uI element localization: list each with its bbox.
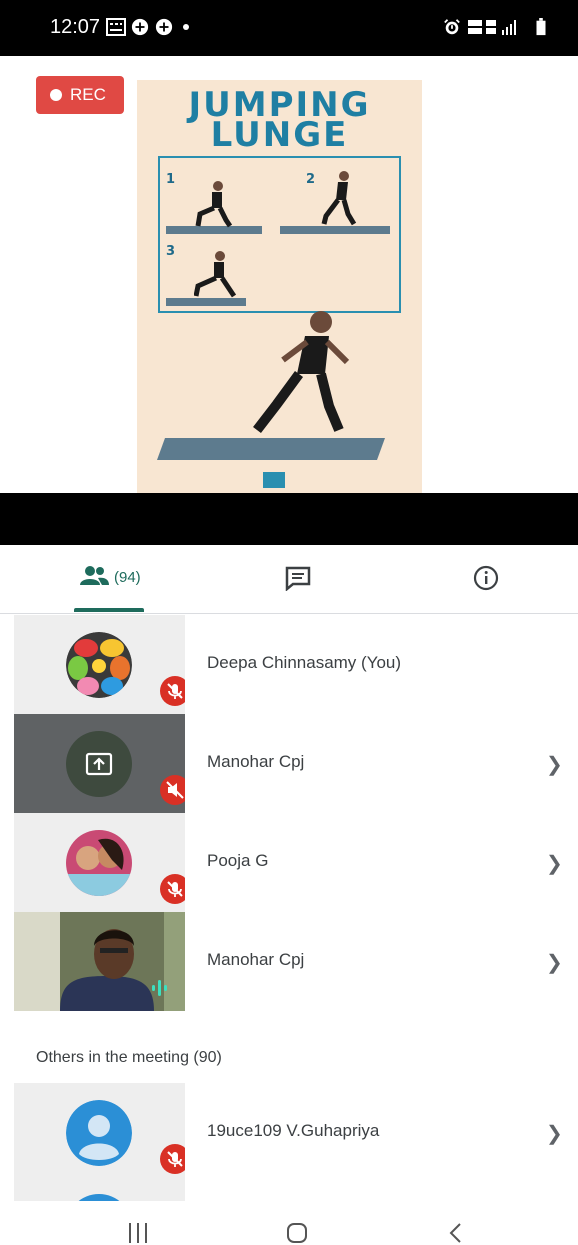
poster-logo-icon bbox=[263, 472, 285, 488]
people-count: (94) bbox=[114, 569, 141, 586]
tab-people[interactable]: (94) bbox=[70, 545, 145, 613]
meet-app-icon-2 bbox=[155, 18, 173, 36]
people-icon bbox=[80, 566, 109, 585]
default-avatar-icon bbox=[66, 1100, 132, 1166]
participant-video-tile bbox=[14, 912, 185, 1011]
status-time: 12:07 bbox=[50, 16, 101, 38]
participant-tile bbox=[14, 714, 185, 813]
system-nav-bar bbox=[0, 1201, 578, 1245]
info-icon bbox=[473, 565, 499, 591]
others-section-label: Others in the meeting (90) bbox=[36, 1049, 222, 1066]
alarm-icon bbox=[444, 19, 460, 35]
video-bottom-bar bbox=[0, 493, 578, 545]
volume-off-icon bbox=[160, 775, 185, 805]
recent-apps-icon[interactable] bbox=[127, 1221, 149, 1245]
chevron-right-icon[interactable]: ❯ bbox=[546, 752, 563, 777]
presentation-area[interactable]: JUMPING LUNGE 1 2 3 REC bbox=[0, 56, 578, 545]
jumping-lunge-poster: JUMPING LUNGE 1 2 3 bbox=[137, 80, 422, 493]
participant-name: Pooja G bbox=[207, 851, 269, 870]
participant-name: Manohar Cpj bbox=[207, 752, 305, 771]
notification-dot-icon bbox=[183, 24, 189, 30]
step-3-number: 3 bbox=[166, 244, 176, 259]
poster-steps-frame: 1 2 3 bbox=[158, 156, 401, 313]
participant-row[interactable]: Manohar Cpj ❯ bbox=[0, 912, 578, 1011]
participant-row[interactable]: Deepa Chinnasamy (You) bbox=[0, 615, 578, 714]
network-lte-icon bbox=[468, 20, 516, 35]
rec-badge: REC bbox=[36, 76, 124, 114]
chat-icon bbox=[285, 566, 311, 591]
participant-tile bbox=[14, 1083, 185, 1182]
chevron-right-icon[interactable]: ❯ bbox=[546, 851, 563, 876]
tab-chat[interactable] bbox=[280, 545, 320, 613]
panel-tabs: (94) bbox=[0, 545, 578, 614]
step-1-figure-icon bbox=[195, 181, 233, 228]
rec-label: REC bbox=[70, 85, 106, 104]
participant-name: Manohar Cpj bbox=[207, 950, 305, 969]
participant-row[interactable]: Manohar Cpj ❯ bbox=[0, 714, 578, 813]
keyboard-icon bbox=[106, 18, 126, 36]
mic-off-icon bbox=[160, 1144, 185, 1174]
home-icon[interactable] bbox=[285, 1221, 309, 1245]
speaking-indicator-icon bbox=[145, 973, 175, 1003]
chevron-right-icon[interactable]: ❯ bbox=[546, 1121, 563, 1146]
poster-title-line2: LUNGE bbox=[210, 115, 349, 155]
tab-info[interactable] bbox=[468, 545, 508, 613]
participant-name: Deepa Chinnasamy (You) bbox=[207, 653, 402, 672]
avatar bbox=[66, 830, 132, 896]
meet-app-icon bbox=[131, 18, 149, 36]
participant-row[interactable]: 19uce109 V.Guhapriya ❯ bbox=[0, 1083, 578, 1182]
step-2-number: 2 bbox=[306, 172, 316, 187]
chevron-right-icon[interactable]: ❯ bbox=[546, 950, 563, 975]
present-screen-icon bbox=[85, 752, 113, 776]
rec-dot-icon bbox=[50, 89, 62, 101]
participant-tile bbox=[14, 615, 185, 714]
mic-off-icon bbox=[160, 676, 185, 706]
presenting-avatar bbox=[66, 731, 132, 797]
step-3-figure-icon bbox=[194, 251, 237, 298]
battery-icon bbox=[536, 18, 546, 36]
participant-name: 19uce109 V.Guhapriya bbox=[207, 1121, 380, 1140]
main-figure-icon bbox=[253, 311, 350, 434]
mic-off-icon bbox=[160, 874, 185, 904]
avatar bbox=[66, 632, 132, 698]
main-mat bbox=[156, 438, 386, 460]
active-tab-indicator bbox=[74, 608, 144, 612]
participant-tile-partial bbox=[14, 1182, 185, 1201]
participant-row[interactable]: Pooja G ❯ bbox=[0, 813, 578, 912]
step-1-number: 1 bbox=[166, 172, 176, 187]
step-2-figure-icon bbox=[321, 171, 357, 226]
default-avatar-icon bbox=[66, 1194, 132, 1201]
status-bar: 12:07 bbox=[0, 0, 578, 56]
back-icon[interactable] bbox=[446, 1221, 466, 1245]
participant-tile bbox=[14, 813, 185, 912]
